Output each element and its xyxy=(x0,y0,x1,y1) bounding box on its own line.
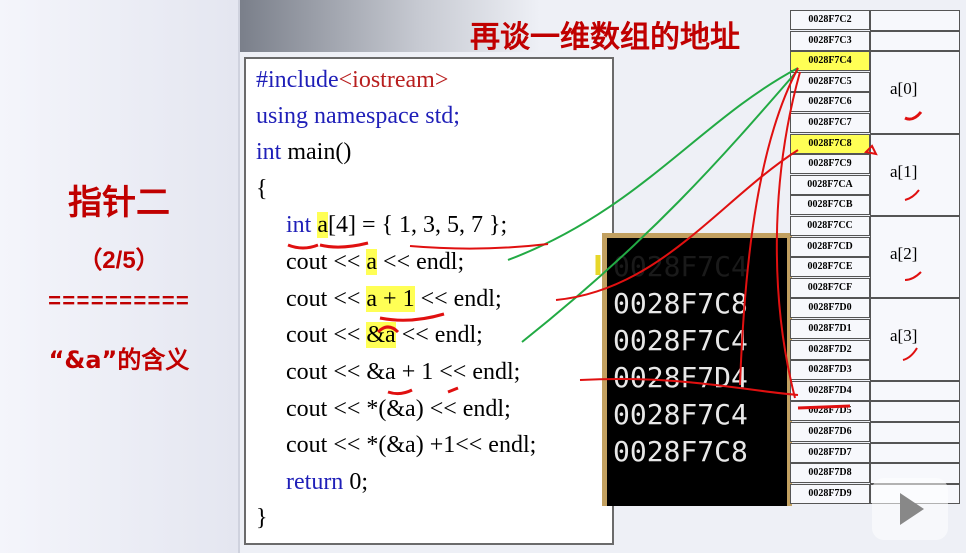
array-init: [4] = { 1, 3, 5, 7 }; xyxy=(328,212,508,238)
sidebar: 指针二 （2/5） ========== “&a”的含义 xyxy=(0,0,240,553)
code-line-return: return 0; xyxy=(286,469,368,496)
memory-empty-cell xyxy=(870,10,960,31)
return-keyword: return xyxy=(286,469,344,495)
code-line-cout-a-plus-1: cout << a + 1 << endl; xyxy=(286,286,502,313)
play-icon xyxy=(900,493,924,525)
array-element-label: a[1] xyxy=(890,161,918,181)
cout-prefix: cout << xyxy=(286,249,367,275)
console-line: 0028F7C8 xyxy=(613,435,748,468)
memory-address-cell: 0028F7C7 xyxy=(790,113,870,133)
code-line-include: #include<iostream> xyxy=(256,67,448,94)
array-element-label: a[3] xyxy=(890,326,918,346)
int-keyword: int xyxy=(256,139,282,165)
memory-address-cell: 0028F7D5 xyxy=(790,401,870,422)
memory-address-cell: 0028F7D1 xyxy=(790,319,870,339)
memory-address-cell: 0028F7CB xyxy=(790,195,870,216)
sidebar-divider: ========== xyxy=(47,290,191,315)
array-element-label: a[0] xyxy=(890,79,918,99)
cout-suffix: << endl; xyxy=(395,322,483,348)
code-line-close-brace: } xyxy=(256,505,268,531)
memory-address-cell: 0028F7D4 xyxy=(790,380,870,401)
memory-address-cell: 0028F7D7 xyxy=(790,442,870,463)
cout-suffix: << endl; xyxy=(414,286,502,312)
memory-address-cell: 0028F7C8 xyxy=(790,133,870,154)
code-line-cout-a: cout << a << endl; xyxy=(286,249,464,276)
memory-address-cell: 0028F7D2 xyxy=(790,339,870,360)
memory-address-cell: 0028F7CE xyxy=(790,257,870,278)
code-panel: #include<iostream> using namespace std; … xyxy=(244,57,614,545)
memory-address-cell: 0028F7C4 xyxy=(790,51,870,72)
expr-a: a xyxy=(366,249,378,275)
memory-address-cell: 0028F7CA xyxy=(790,174,870,195)
play-button[interactable] xyxy=(872,478,948,540)
memory-address-cell: 0028F7C6 xyxy=(790,92,870,113)
memory-empty-cell xyxy=(870,30,960,52)
cout-prefix: cout << xyxy=(286,322,367,348)
include-header: <iostream> xyxy=(338,67,449,93)
chapter-title: 指针二 xyxy=(68,183,170,223)
memory-address-cell: 0028F7C5 xyxy=(790,71,870,92)
array-name-highlight: a xyxy=(317,212,328,238)
memory-address-cell: 0028F7CF xyxy=(790,277,870,298)
memory-address-cell: 0028F7C3 xyxy=(790,30,870,51)
expr-a-plus-1: a + 1 xyxy=(366,286,415,312)
memory-address-cell: 0028F7D6 xyxy=(790,422,870,442)
console-line: 0028F7D4 xyxy=(613,361,748,394)
console-line: 0028F7C8 xyxy=(613,287,748,320)
memory-address-cell: 0028F7D0 xyxy=(790,298,870,319)
memory-address-cell: 0028F7C9 xyxy=(790,154,870,175)
cout-prefix: cout << xyxy=(286,286,367,312)
console-output: 0028F7C4 0028F7C8 0028F7C4 0028F7D4 0028F7C4… xyxy=(602,233,792,506)
array-element-label: a[2] xyxy=(890,244,918,263)
code-line-cout-addr-a: cout << &a << endl; xyxy=(286,322,483,349)
main-signature: main() xyxy=(281,139,352,165)
int-keyword: int xyxy=(286,212,312,238)
memory-empty-cell xyxy=(870,442,960,464)
memory-empty-cell xyxy=(870,422,960,443)
code-line-open-brace: { xyxy=(256,176,268,202)
code-line-namespace: using namespace std; xyxy=(256,103,460,129)
memory-empty-cell xyxy=(870,380,960,402)
code-line-cout-deref: cout << *(&a) << endl; xyxy=(286,396,511,422)
expr-addr-a: &a xyxy=(366,322,396,348)
console-line: 0028F7C4 xyxy=(613,324,748,357)
memory-address-cell: 0028F7D3 xyxy=(790,360,870,381)
code-line-cout-addr-a-plus-1: cout << &a + 1 << endl; xyxy=(286,359,521,385)
slide-title: 再谈一维数组的地址 xyxy=(470,20,740,55)
memory-address-cell: 0028F7D9 xyxy=(790,483,870,504)
console-line: 0028F7C4 xyxy=(613,250,748,283)
memory-address-cell: 0028F7C2 xyxy=(790,10,870,30)
chapter-page-indicator: （2/5） xyxy=(78,247,160,274)
return-value: 0; xyxy=(343,469,368,495)
code-line-main: int main() xyxy=(256,139,351,166)
memory-empty-cell xyxy=(870,401,960,422)
topic-label: “&a”的含义 xyxy=(48,346,190,374)
console-line: 0028F7C4 xyxy=(613,398,748,431)
memory-address-cell: 0028F7D8 xyxy=(790,463,870,484)
code-line-array-decl: int a[4] = { 1, 3, 5, 7 }; xyxy=(286,212,507,239)
cout-suffix: << endl; xyxy=(377,249,465,275)
memory-address-cell: 0028F7CC xyxy=(790,216,870,236)
memory-address-cell: 0028F7CD xyxy=(790,236,870,257)
include-directive: #include xyxy=(256,67,339,93)
code-line-cout-deref-plus-1: cout << *(&a) +1<< endl; xyxy=(286,432,537,458)
